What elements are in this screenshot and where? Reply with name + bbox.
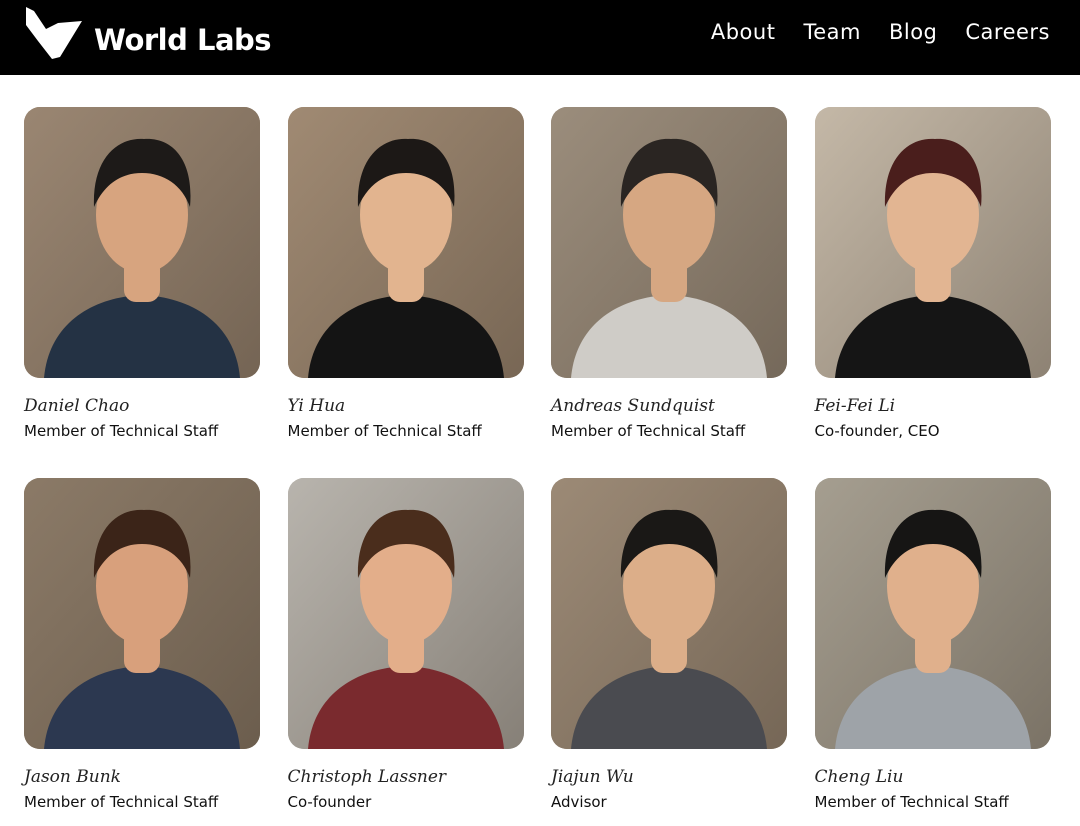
team-member-name: Christoph Lassner — [287, 767, 447, 787]
brand-logo[interactable]: World Labs — [24, 4, 272, 64]
team-member-photo — [551, 478, 787, 749]
team-member-name: Yi Hua — [287, 396, 346, 416]
team-member-role: Member of Technical Staff — [551, 422, 746, 440]
team-member-card[interactable]: Cheng Liu Member of Technical Staff — [814, 478, 1051, 811]
nav-link-careers[interactable]: Careers — [965, 20, 1050, 44]
top-navigation-bar: World Labs About Team Blog Careers — [0, 0, 1080, 75]
team-member-role: Member of Technical Staff — [24, 793, 219, 811]
brand-name: World Labs — [94, 23, 272, 57]
team-member-name: Jiajun Wu — [551, 767, 634, 787]
team-member-name: Cheng Liu — [814, 767, 904, 787]
team-member-card[interactable]: Jason Bunk Member of Technical Staff — [24, 478, 260, 811]
team-member-name: Jason Bunk — [24, 767, 121, 787]
team-member-card[interactable]: Daniel Chao Member of Technical Staff — [24, 107, 260, 440]
nav-link-about[interactable]: About — [711, 20, 776, 44]
team-member-card[interactable]: Yi Hua Member of Technical Staff — [287, 107, 524, 440]
team-member-card[interactable]: Fei-Fei Li Co-founder, CEO — [814, 107, 1051, 440]
team-member-photo — [287, 478, 524, 749]
nav-link-team[interactable]: Team — [803, 20, 861, 44]
team-member-card[interactable]: Christoph Lassner Co-founder — [287, 478, 524, 811]
team-member-name: Daniel Chao — [24, 396, 130, 416]
team-member-photo — [814, 107, 1051, 378]
team-member-name: Andreas Sundquist — [551, 396, 715, 416]
team-member-card[interactable]: Jiajun Wu Advisor — [551, 478, 787, 811]
team-member-photo — [24, 478, 260, 749]
team-member-role: Co-founder, CEO — [814, 422, 940, 440]
team-member-role: Member of Technical Staff — [287, 422, 482, 440]
main-nav: About Team Blog Careers — [711, 20, 1050, 44]
world-labs-logo-icon — [26, 7, 82, 59]
team-grid: Daniel Chao Member of Technical Staff Yi H… — [24, 107, 1052, 811]
team-member-name: Fei-Fei Li — [814, 396, 896, 416]
nav-link-blog[interactable]: Blog — [889, 20, 937, 44]
team-member-photo — [287, 107, 524, 378]
team-member-photo — [814, 478, 1051, 749]
team-member-role: Member of Technical Staff — [814, 793, 1009, 811]
team-member-role: Co-founder — [287, 793, 372, 811]
team-member-role: Advisor — [551, 793, 607, 811]
team-member-card[interactable]: Andreas Sundquist Member of Technical Sta… — [551, 107, 787, 440]
team-member-photo — [551, 107, 787, 378]
team-member-role: Member of Technical Staff — [24, 422, 219, 440]
team-member-photo — [24, 107, 260, 378]
